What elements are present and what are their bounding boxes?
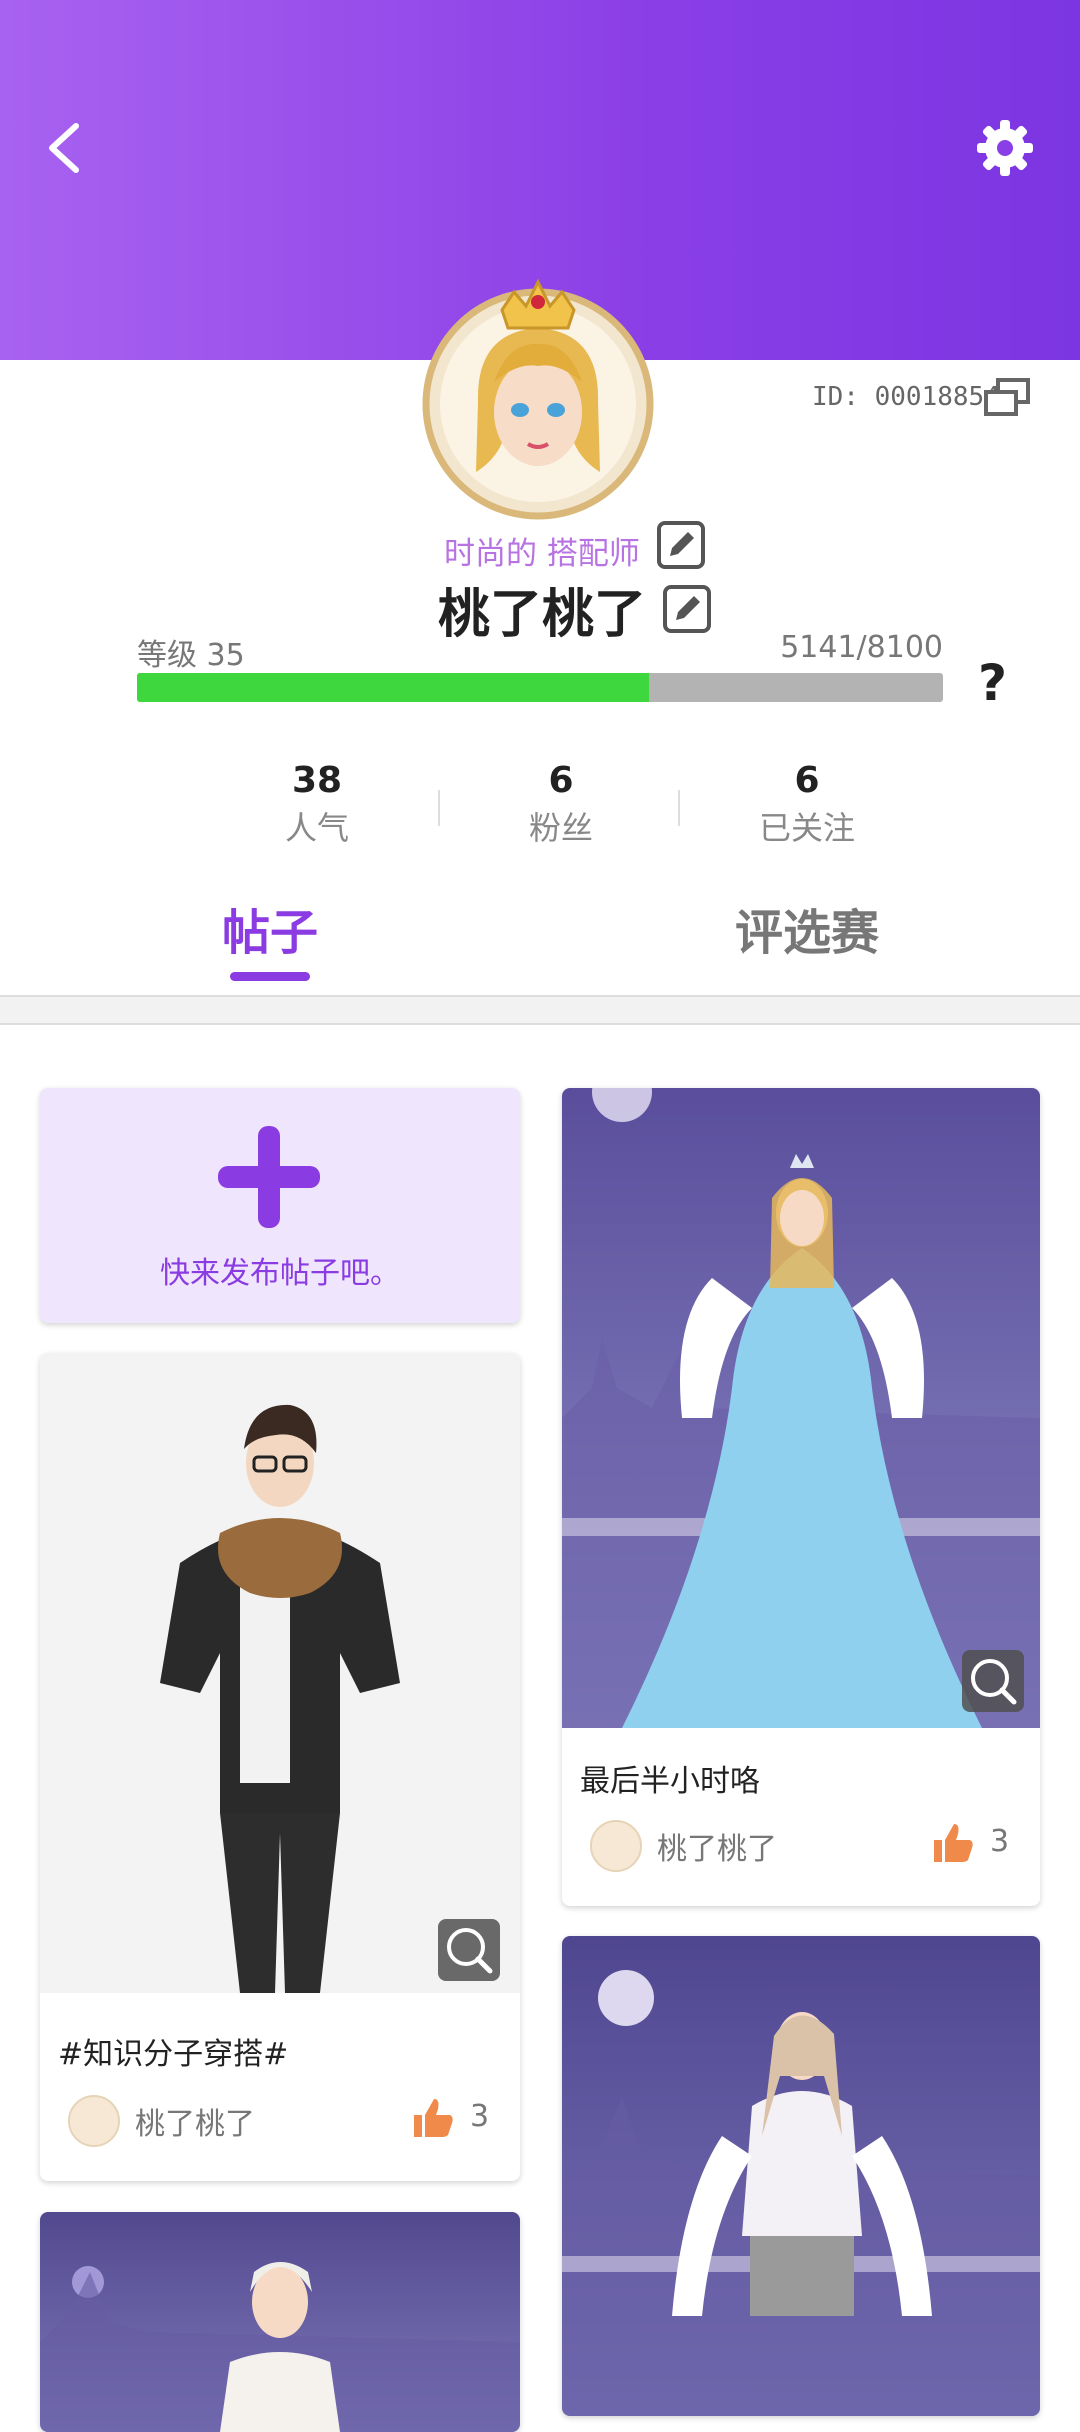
thumbs-up-icon[interactable]	[930, 1820, 976, 1866]
gear-icon[interactable]	[975, 118, 1035, 178]
post-image[interactable]	[562, 1088, 1040, 1728]
stat-divider	[678, 790, 680, 826]
back-arrow-icon[interactable]	[38, 118, 90, 178]
post-author[interactable]: 桃了桃了	[135, 2099, 255, 2143]
level-label: 等级 35	[137, 638, 245, 673]
post-card[interactable]: 最后半小时咯 桃了桃了 3	[562, 1088, 1040, 1906]
user-id: ID: 00018854	[812, 382, 1000, 412]
stat-following-label: 已关注	[758, 809, 855, 847]
stat-divider	[438, 790, 440, 826]
stat-followers-label: 粉丝	[528, 809, 593, 847]
create-post-label: 快来发布帖子吧。	[160, 1256, 400, 1291]
user-title: 时尚的 搭配师	[444, 536, 640, 572]
edit-title-icon[interactable]	[656, 520, 706, 570]
stat-followers-value: 6	[548, 760, 574, 801]
like-count: 3	[990, 1824, 1010, 1859]
plus-icon	[218, 1126, 320, 1228]
section-divider	[0, 995, 1080, 1025]
stat-popularity[interactable]: 38 人气	[217, 760, 417, 849]
level-help-button[interactable]: ?	[978, 654, 1007, 712]
stat-following-value: 6	[794, 760, 820, 801]
post-image[interactable]	[40, 2212, 520, 2432]
copy-icon[interactable]	[984, 378, 1032, 420]
post-author[interactable]: 桃了桃了	[657, 1824, 777, 1868]
post-card[interactable]: #知识分子穿搭# 桃了桃了 3	[40, 1353, 520, 2181]
tab-posts[interactable]: 帖子	[222, 893, 318, 963]
author-avatar[interactable]	[590, 1820, 642, 1872]
tab-contests[interactable]: 评选赛	[735, 893, 879, 963]
stat-popularity-label: 人气	[284, 809, 349, 847]
like-count: 3	[470, 2099, 490, 2134]
xp-progress-fill	[137, 673, 649, 702]
author-avatar[interactable]	[68, 2095, 120, 2147]
post-image[interactable]	[40, 1353, 520, 1993]
profile-avatar[interactable]	[418, 262, 658, 524]
post-title: #知识分子穿搭#	[58, 2037, 289, 2072]
post-card[interactable]	[562, 1936, 1040, 2416]
zoom-icon[interactable]	[438, 1919, 500, 1981]
stat-following[interactable]: 6 已关注	[707, 760, 907, 849]
stat-followers[interactable]: 6 粉丝	[461, 760, 661, 849]
stat-popularity-value: 38	[291, 760, 343, 801]
xp-label: 5141/8100	[780, 630, 943, 665]
thumbs-up-icon[interactable]	[410, 2095, 456, 2141]
post-image[interactable]	[562, 1936, 1040, 2416]
user-name: 桃了桃了	[438, 585, 647, 645]
zoom-icon[interactable]	[962, 1650, 1024, 1712]
xp-progress-bar	[137, 673, 943, 702]
post-card[interactable]	[40, 2212, 520, 2432]
create-post-card[interactable]: 快来发布帖子吧。	[40, 1088, 520, 1323]
post-title: 最后半小时咯	[580, 1764, 760, 1799]
tab-active-indicator	[230, 972, 310, 981]
edit-name-icon[interactable]	[662, 584, 712, 634]
